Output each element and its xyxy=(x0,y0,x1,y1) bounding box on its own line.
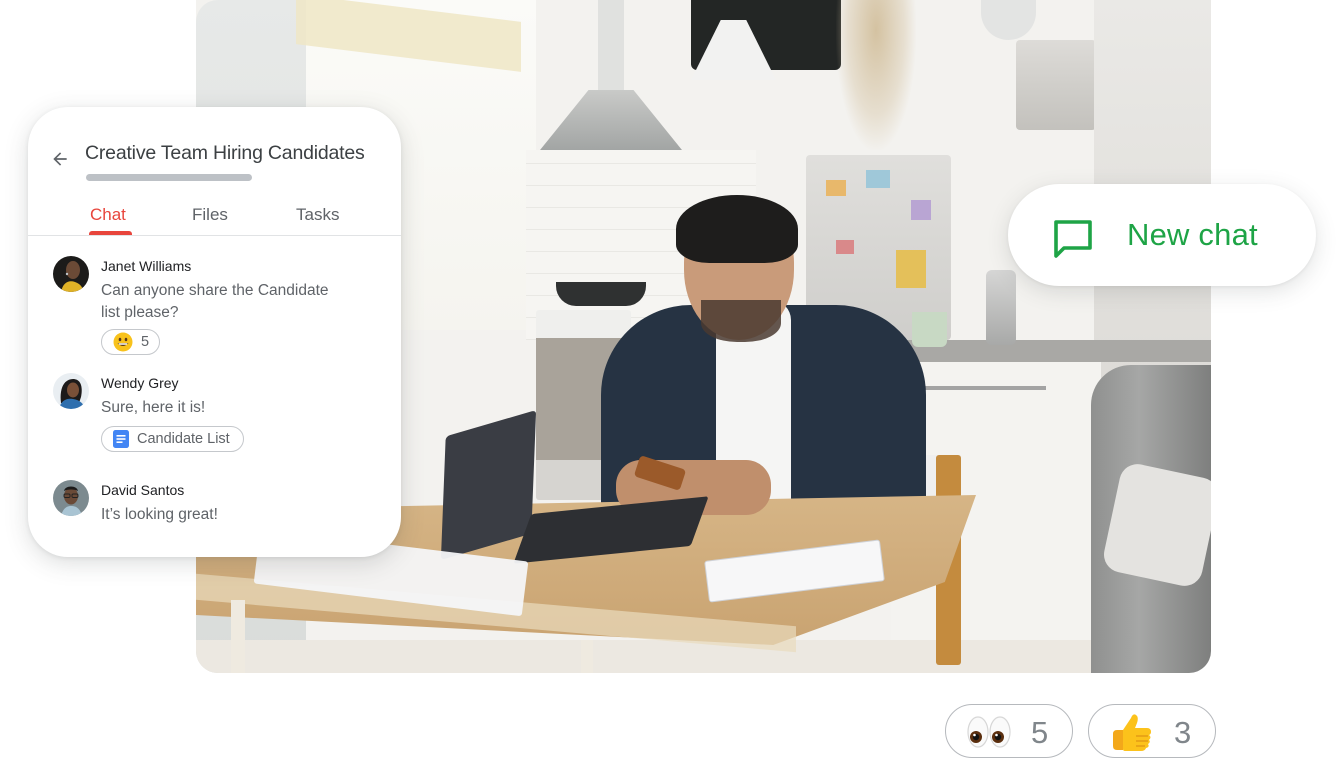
photo-range-hood xyxy=(536,90,686,155)
attachment-label: Candidate List xyxy=(137,431,230,447)
chat-bubble-icon xyxy=(1054,220,1092,258)
sender-name: Janet Williams xyxy=(101,258,192,274)
reaction-thumbs-up-button[interactable]: 3 xyxy=(1088,704,1216,758)
photo-fridge-magnet xyxy=(836,240,854,254)
photo-fridge-magnet xyxy=(911,200,931,220)
photo-wall-shelf xyxy=(1016,40,1096,130)
photo-mug xyxy=(912,312,947,347)
avatar-wendy-grey[interactable] xyxy=(53,373,89,409)
reaction-count: 5 xyxy=(141,334,150,350)
sender-name: Wendy Grey xyxy=(101,375,179,391)
reaction-chip[interactable]: 5 xyxy=(101,329,161,355)
chat-tabs: Chat Files Tasks xyxy=(28,205,401,236)
active-tab-indicator xyxy=(89,231,132,235)
photo-table-leg xyxy=(581,640,593,673)
arrow-left-icon[interactable] xyxy=(50,149,70,169)
message-text: Can anyone share the Candidate list plea… xyxy=(101,282,329,321)
photo-pendant-lamp xyxy=(981,0,1036,40)
google-docs-icon xyxy=(113,430,129,448)
reaction-eyes-button[interactable]: 5 xyxy=(945,704,1073,758)
photo-moka-pot xyxy=(986,270,1016,345)
photo-pan xyxy=(556,282,646,306)
thumbs-up-emoji-icon xyxy=(1113,714,1151,751)
tab-chat[interactable]: Chat xyxy=(90,205,126,225)
message-text: Sure, here it is! xyxy=(101,399,206,416)
chat-room-title: Creative Team Hiring Candidates xyxy=(85,142,365,164)
new-chat-label: New chat xyxy=(1127,217,1258,252)
reaction-count: 3 xyxy=(1174,715,1192,750)
tab-tasks[interactable]: Tasks xyxy=(296,205,339,225)
photo-person-hair xyxy=(676,195,798,263)
photo-range-hood-chimney xyxy=(598,0,624,95)
photo-table-leg xyxy=(231,600,245,673)
tab-files[interactable]: Files xyxy=(192,205,228,225)
eyes-emoji-icon xyxy=(967,716,1011,748)
avatar-david-santos[interactable] xyxy=(53,480,89,516)
photo-person-beard xyxy=(701,300,781,342)
chat-card: Creative Team Hiring Candidates Chat Fil… xyxy=(28,107,401,557)
grinning-face-icon xyxy=(113,332,133,352)
new-chat-button[interactable]: New chat xyxy=(1008,184,1316,286)
message-text: It’s looking great! xyxy=(101,506,218,523)
photo-fridge-magnet xyxy=(866,170,890,188)
avatar-janet-williams[interactable] xyxy=(53,256,89,292)
photo-dried-grass-vase xyxy=(836,0,916,150)
title-placeholder-bar xyxy=(86,174,252,181)
sender-name: David Santos xyxy=(101,482,185,498)
photo-fridge-magnet xyxy=(896,250,926,288)
attachment-chip-candidate-list[interactable]: Candidate List xyxy=(101,426,244,452)
photo-fridge-magnet xyxy=(826,180,846,196)
reaction-count: 5 xyxy=(1031,715,1049,750)
